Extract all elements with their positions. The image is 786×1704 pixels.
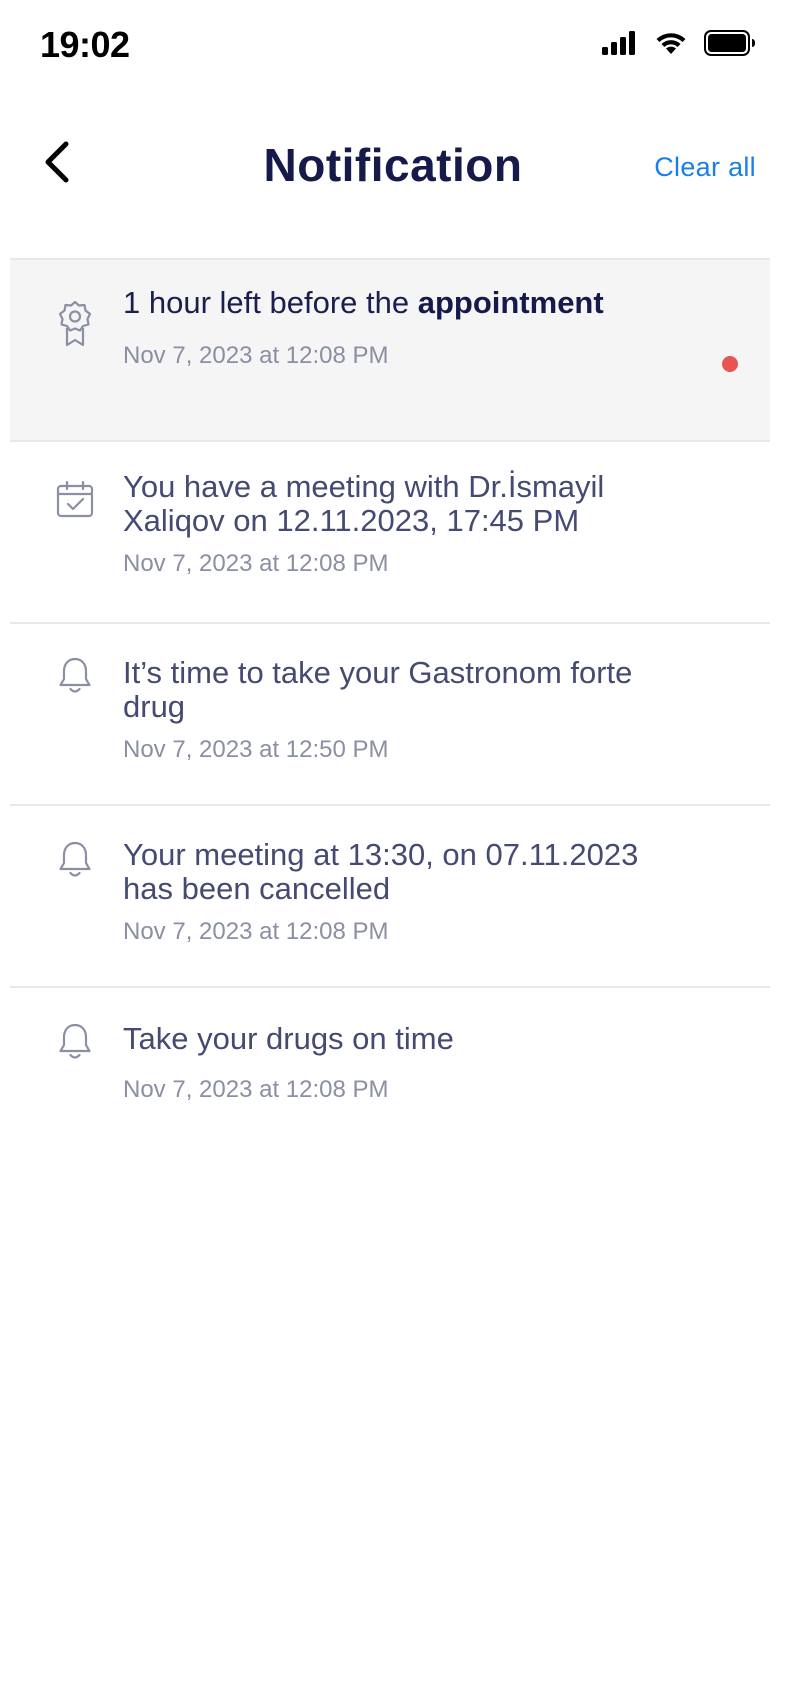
notification-item[interactable]: It’s time to take your Gastronom forte d… (10, 624, 770, 806)
wifi-icon (654, 30, 688, 61)
notification-date: Nov 7, 2023 at 12:08 PM (123, 342, 389, 369)
notification-list: 1 hour left before the appointment Nov 7… (10, 258, 770, 1170)
calendar-check-icon (54, 480, 96, 528)
notification-date: Nov 7, 2023 at 12:08 PM (123, 1076, 389, 1103)
notification-item[interactable]: You have a meeting with Dr.İsmayil Xaliq… (10, 442, 770, 624)
notification-title: It’s time to take your Gastronom forte d… (123, 655, 633, 724)
bell-icon (54, 656, 96, 704)
status-time: 19:02 (40, 24, 130, 65)
bell-icon (54, 1022, 96, 1070)
status-icons (602, 30, 756, 61)
notification-title-bold: appointment (417, 285, 604, 320)
notification-title: You have a meeting with Dr.İsmayil Xaliq… (123, 469, 605, 538)
notification-item[interactable]: Take your drugs on time Nov 7, 2023 at 1… (10, 988, 770, 1170)
notification-item[interactable]: Your meeting at 13:30, on 07.11.2023 has… (10, 806, 770, 988)
notification-title-prefix: 1 hour left before the (123, 285, 418, 320)
notification-title: 1 hour left before the appointment (123, 286, 683, 320)
notification-title: Take your drugs on time (123, 1021, 454, 1056)
notification-content: 1 hour left before the appointment Nov 7… (123, 286, 683, 370)
signal-icon (602, 31, 638, 60)
battery-icon (704, 30, 756, 61)
notification-content: It’s time to take your Gastronom forte d… (123, 656, 683, 764)
notification-title: Your meeting at 13:30, on 07.11.2023 has… (123, 837, 639, 906)
notification-date: Nov 7, 2023 at 12:50 PM (123, 736, 389, 763)
notification-date: Nov 7, 2023 at 12:08 PM (123, 918, 389, 945)
header: Notification Clear all (0, 118, 786, 218)
notification-item[interactable]: 1 hour left before the appointment Nov 7… (10, 260, 770, 442)
notification-content: Take your drugs on time Nov 7, 2023 at 1… (123, 1022, 683, 1104)
clear-all-button[interactable]: Clear all (654, 152, 756, 183)
unread-dot (722, 356, 738, 372)
status-bar: 19:02 (0, 0, 786, 96)
notification-content: You have a meeting with Dr.İsmayil Xaliq… (123, 470, 683, 578)
notification-date: Nov 7, 2023 at 12:08 PM (123, 550, 389, 577)
notification-content: Your meeting at 13:30, on 07.11.2023 has… (123, 838, 683, 946)
badge-icon (54, 300, 96, 348)
bell-icon (54, 840, 96, 888)
